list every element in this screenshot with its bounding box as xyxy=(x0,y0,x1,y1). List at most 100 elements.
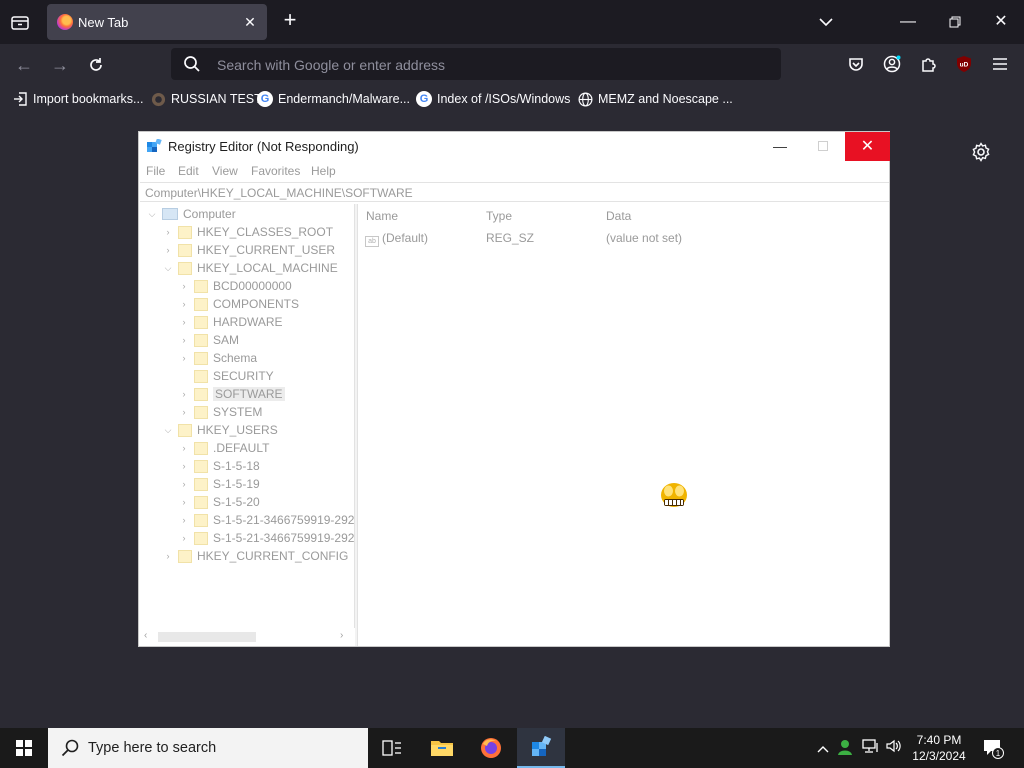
tree-node[interactable]: › SYSTEM xyxy=(178,403,263,421)
account-icon[interactable] xyxy=(880,52,904,76)
collapsed-chevron-icon[interactable]: › xyxy=(178,443,190,453)
tab-new-tab[interactable]: New Tab ✕ xyxy=(47,4,267,40)
bookmark-label: Index of /ISOs/Windows xyxy=(437,92,571,106)
taskbar-clock[interactable]: 7:40 PM 12/3/2024 xyxy=(904,732,974,764)
menu-favorites[interactable]: Favorites xyxy=(251,164,300,178)
menu-view[interactable]: View xyxy=(212,164,238,178)
registry-editor-titlebar[interactable]: Registry Editor (Not Responding) — ✕ xyxy=(139,132,890,161)
clock-time: 7:40 PM xyxy=(916,733,962,747)
scroll-right-icon[interactable]: › xyxy=(340,630,343,641)
extensions-puzzle-icon[interactable] xyxy=(917,52,941,76)
collapsed-chevron-icon[interactable]: › xyxy=(178,299,190,309)
regedit-maximize-button[interactable] xyxy=(803,132,845,161)
tab-list-button[interactable] xyxy=(8,10,32,34)
tree-node[interactable]: › HKEY_CLASSES_ROOT xyxy=(162,223,334,241)
task-view-button[interactable] xyxy=(368,728,416,768)
taskbar-file-explorer[interactable] xyxy=(418,728,466,768)
collapsed-chevron-icon[interactable]: › xyxy=(178,461,190,471)
tree-node[interactable]: › HKEY_CURRENT_USER xyxy=(162,241,336,259)
bookmark-import[interactable]: Import bookmarks... xyxy=(12,90,143,108)
windows-logo-icon xyxy=(16,740,32,756)
reload-icon[interactable] xyxy=(83,52,109,78)
google-icon: G xyxy=(257,91,273,107)
tree-node[interactable]: › HARDWARE xyxy=(178,313,283,331)
scrollbar-thumb[interactable] xyxy=(158,632,256,642)
list-all-tabs-chevron-icon[interactable] xyxy=(812,8,840,36)
taskbar-search-box[interactable]: Type here to search xyxy=(48,728,368,768)
expanded-chevron-icon[interactable]: ⌵ xyxy=(162,425,174,436)
tree-node[interactable]: › COMPONENTS xyxy=(178,295,300,313)
collapsed-chevron-icon[interactable]: › xyxy=(178,353,190,363)
bookmark-russian-test[interactable]: RUSSIAN TEST xyxy=(150,90,262,108)
bookmark-memz[interactable]: MEMZ and Noescape ... xyxy=(577,90,733,108)
value-row-name[interactable]: ab (Default) xyxy=(365,231,428,247)
start-button[interactable] xyxy=(0,728,48,768)
notification-center-button[interactable]: 1 xyxy=(982,737,1004,759)
menu-file[interactable]: File xyxy=(146,164,165,178)
url-bar[interactable]: Search with Google or enter address xyxy=(171,48,781,80)
collapsed-chevron-icon[interactable]: › xyxy=(178,479,190,489)
tab-close-icon[interactable]: ✕ xyxy=(241,13,259,31)
expanded-chevron-icon[interactable]: ⌵ xyxy=(146,209,158,220)
tree-node[interactable]: › SAM xyxy=(178,331,240,349)
collapsed-chevron-icon[interactable]: › xyxy=(178,317,190,327)
regedit-address-bar[interactable]: Computer\HKEY_LOCAL_MACHINE\SOFTWARE xyxy=(140,182,889,202)
collapsed-chevron-icon[interactable]: › xyxy=(162,227,174,237)
collapsed-chevron-icon[interactable]: › xyxy=(162,551,174,561)
scroll-left-icon[interactable]: ‹ xyxy=(144,630,147,641)
browser-close-button[interactable]: ✕ xyxy=(987,8,1015,36)
ublock-origin-icon[interactable]: uD xyxy=(952,52,976,76)
collapsed-chevron-icon[interactable]: › xyxy=(162,245,174,255)
pane-splitter[interactable] xyxy=(355,204,358,646)
menu-help[interactable]: Help xyxy=(311,164,336,178)
column-header-type[interactable]: Type xyxy=(486,209,512,223)
tree-node[interactable]: ⌵ HKEY_LOCAL_MACHINE xyxy=(162,259,338,277)
tree-node-label: .DEFAULT xyxy=(213,441,270,455)
tree-node[interactable]: › S-1-5-19 xyxy=(178,475,260,493)
collapsed-chevron-icon[interactable]: › xyxy=(178,281,190,291)
browser-minimize-button[interactable]: — xyxy=(894,8,922,36)
registry-editor-icon xyxy=(532,736,552,756)
tree-node[interactable]: ⌵ HKEY_USERS xyxy=(162,421,278,439)
tree-node-label: SECURITY xyxy=(213,369,274,383)
browser-restore-button[interactable] xyxy=(941,8,969,36)
collapsed-chevron-icon[interactable]: › xyxy=(178,497,190,507)
new-tab-button[interactable]: + xyxy=(278,9,302,33)
bookmark-isos-windows[interactable]: G Index of /ISOs/Windows xyxy=(416,90,570,108)
regedit-minimize-button[interactable]: — xyxy=(757,132,803,161)
tree-node[interactable]: › SOFTWARE xyxy=(178,385,285,403)
collapsed-chevron-icon[interactable]: › xyxy=(178,335,190,345)
tree-node[interactable]: › S-1-5-18 xyxy=(178,457,260,475)
taskbar-registry-editor[interactable] xyxy=(517,728,565,768)
tree-node[interactable]: › S-1-5-21-3466759919-2929 xyxy=(178,511,355,529)
show-hidden-icons-chevron[interactable] xyxy=(813,738,833,758)
menu-edit[interactable]: Edit xyxy=(178,164,199,178)
new-tab-settings-gear-icon[interactable] xyxy=(971,142,995,166)
column-header-data[interactable]: Data xyxy=(606,209,631,223)
hamburger-menu-icon[interactable] xyxy=(988,52,1012,76)
collapsed-chevron-icon[interactable]: › xyxy=(178,533,190,543)
forward-arrow-icon[interactable]: → xyxy=(47,52,73,78)
tree-node[interactable]: › BCD00000000 xyxy=(178,277,292,295)
tree-node[interactable]: ⌵ Computer xyxy=(146,205,236,223)
back-arrow-icon[interactable]: ← xyxy=(11,52,37,78)
network-icon[interactable] xyxy=(861,738,881,758)
tree-node[interactable]: › S-1-5-20 xyxy=(178,493,260,511)
tree-node[interactable]: SECURITY xyxy=(178,367,274,385)
regedit-close-button[interactable]: ✕ xyxy=(845,132,890,161)
tree-node[interactable]: › Schema xyxy=(178,349,258,367)
volume-icon[interactable] xyxy=(884,738,904,758)
taskbar-firefox[interactable] xyxy=(467,728,515,768)
tree-horizontal-scrollbar[interactable]: ‹ › xyxy=(140,628,355,646)
collapsed-chevron-icon[interactable]: › xyxy=(178,515,190,525)
expanded-chevron-icon[interactable]: ⌵ xyxy=(162,263,174,274)
tree-node[interactable]: › HKEY_CURRENT_CONFIG xyxy=(162,547,349,565)
tree-node[interactable]: › .DEFAULT xyxy=(178,439,270,457)
pocket-icon[interactable] xyxy=(844,52,868,76)
user-status-tray-icon[interactable] xyxy=(836,738,856,758)
collapsed-chevron-icon[interactable]: › xyxy=(178,389,190,399)
column-header-name[interactable]: Name xyxy=(366,209,398,223)
tree-node[interactable]: › S-1-5-21-3466759919-2929 xyxy=(178,529,355,547)
collapsed-chevron-icon[interactable]: › xyxy=(178,407,190,417)
bookmark-endermanch[interactable]: G Endermanch/Malware... xyxy=(257,90,410,108)
